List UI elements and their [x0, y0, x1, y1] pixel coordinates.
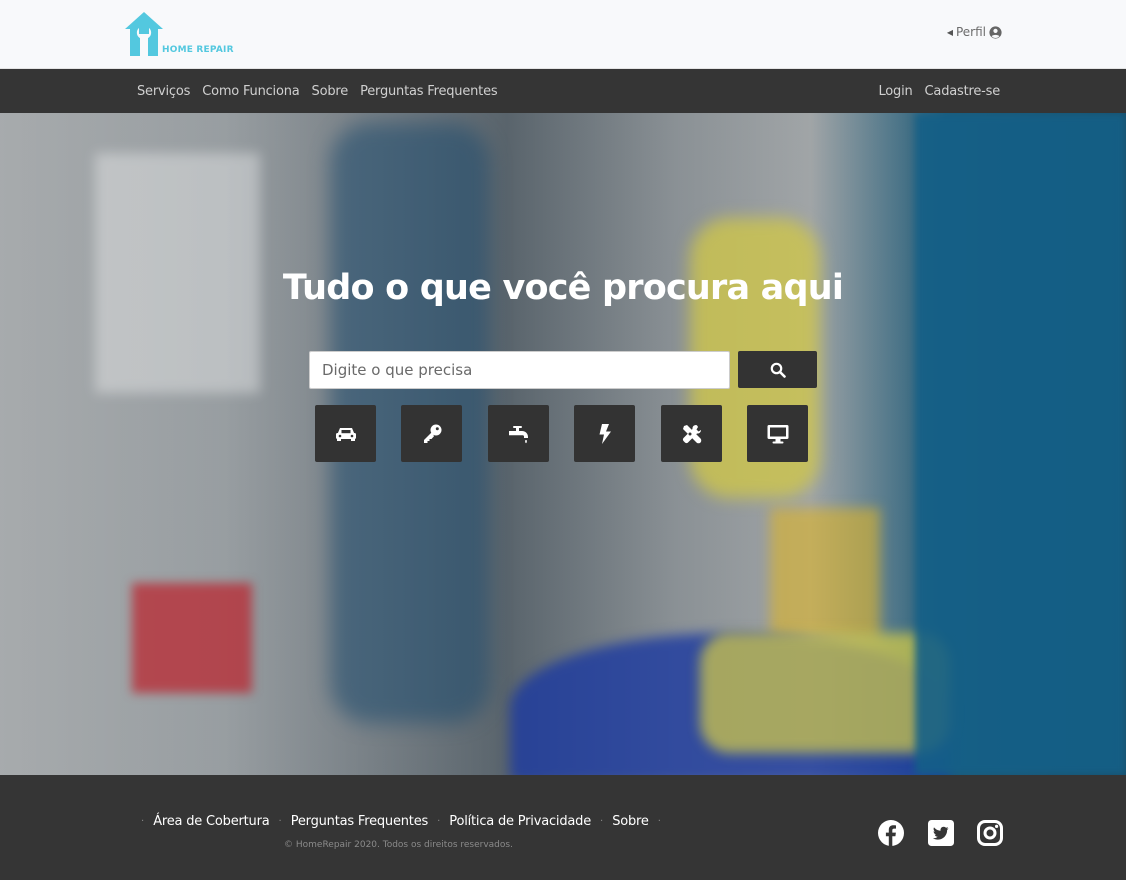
- footer-separator: ·: [657, 816, 661, 827]
- category-electric-button[interactable]: [574, 405, 635, 462]
- nav-sobre[interactable]: Sobre: [312, 84, 349, 99]
- bolt-icon: [599, 423, 611, 444]
- category-tools-button[interactable]: [661, 405, 722, 462]
- footer-link-perguntas-frequentes[interactable]: Perguntas Frequentes: [291, 814, 429, 829]
- monitor-icon: [767, 424, 788, 443]
- instagram-icon[interactable]: [977, 820, 1003, 846]
- category-car-button[interactable]: [315, 405, 376, 462]
- nav-right-group: Login Cadastre-se: [878, 69, 1000, 113]
- key-icon: [423, 424, 441, 443]
- hero-section: Tudo o que você procura aqui: [0, 113, 1126, 775]
- hero-bg-red-bucket: [132, 583, 252, 693]
- nav-perguntas-frequentes[interactable]: Perguntas Frequentes: [360, 84, 498, 99]
- category-faucet-button[interactable]: [488, 405, 549, 462]
- category-computer-button[interactable]: [747, 405, 808, 462]
- twitter-icon[interactable]: [928, 820, 954, 846]
- nav-servicos[interactable]: Serviços: [137, 84, 190, 99]
- footer-separator: ·: [600, 816, 604, 827]
- profile-link[interactable]: ◀ Perfil: [947, 25, 1002, 39]
- footer-separator: ·: [437, 816, 441, 827]
- facebook-icon[interactable]: [878, 820, 904, 846]
- hero-title: Tudo o que você procura aqui: [282, 268, 844, 308]
- nav-como-funciona[interactable]: Como Funciona: [202, 84, 300, 99]
- house-wrench-icon: [125, 12, 163, 56]
- footer-separator: ·: [141, 816, 145, 827]
- nav-cadastre-se[interactable]: Cadastre-se: [925, 84, 1001, 99]
- tools-icon: [682, 424, 701, 443]
- logo-text: HOME REPAIR: [162, 45, 234, 55]
- footer-separator: ·: [278, 816, 282, 827]
- nav-left-group: Serviços Como Funciona Sobre Perguntas F…: [137, 69, 498, 113]
- hero-bg-wet-floor-sign: [770, 508, 880, 638]
- category-key-button[interactable]: [401, 405, 462, 462]
- home-repair-logo[interactable]: HOME REPAIR: [122, 10, 242, 58]
- footer-links: · Área de Cobertura · Perguntas Frequent…: [141, 814, 661, 829]
- hero-bg-worker-right: [915, 113, 1126, 775]
- user-circle-icon: [989, 25, 1002, 39]
- faucet-icon: [508, 425, 528, 443]
- search-input[interactable]: [309, 351, 730, 389]
- profile-label: Perfil: [955, 25, 986, 39]
- hero-bg-yellow-wringer: [700, 633, 950, 753]
- copyright-text: © HomeRepair 2020. Todos os direitos res…: [284, 840, 513, 850]
- main-navbar: Serviços Como Funciona Sobre Perguntas F…: [0, 69, 1126, 113]
- footer-link-politica-privacidade[interactable]: Política de Privacidade: [449, 814, 591, 829]
- nav-login[interactable]: Login: [878, 84, 912, 99]
- search-icon: [770, 362, 786, 378]
- footer: · Área de Cobertura · Perguntas Frequent…: [0, 775, 1126, 880]
- car-icon: [335, 427, 356, 441]
- top-header: HOME REPAIR ◀ Perfil: [0, 0, 1126, 69]
- search-button[interactable]: [738, 351, 817, 388]
- footer-link-area-cobertura[interactable]: Área de Cobertura: [153, 814, 270, 829]
- caret-left-icon: ◀: [946, 27, 953, 37]
- footer-link-sobre[interactable]: Sobre: [612, 814, 649, 829]
